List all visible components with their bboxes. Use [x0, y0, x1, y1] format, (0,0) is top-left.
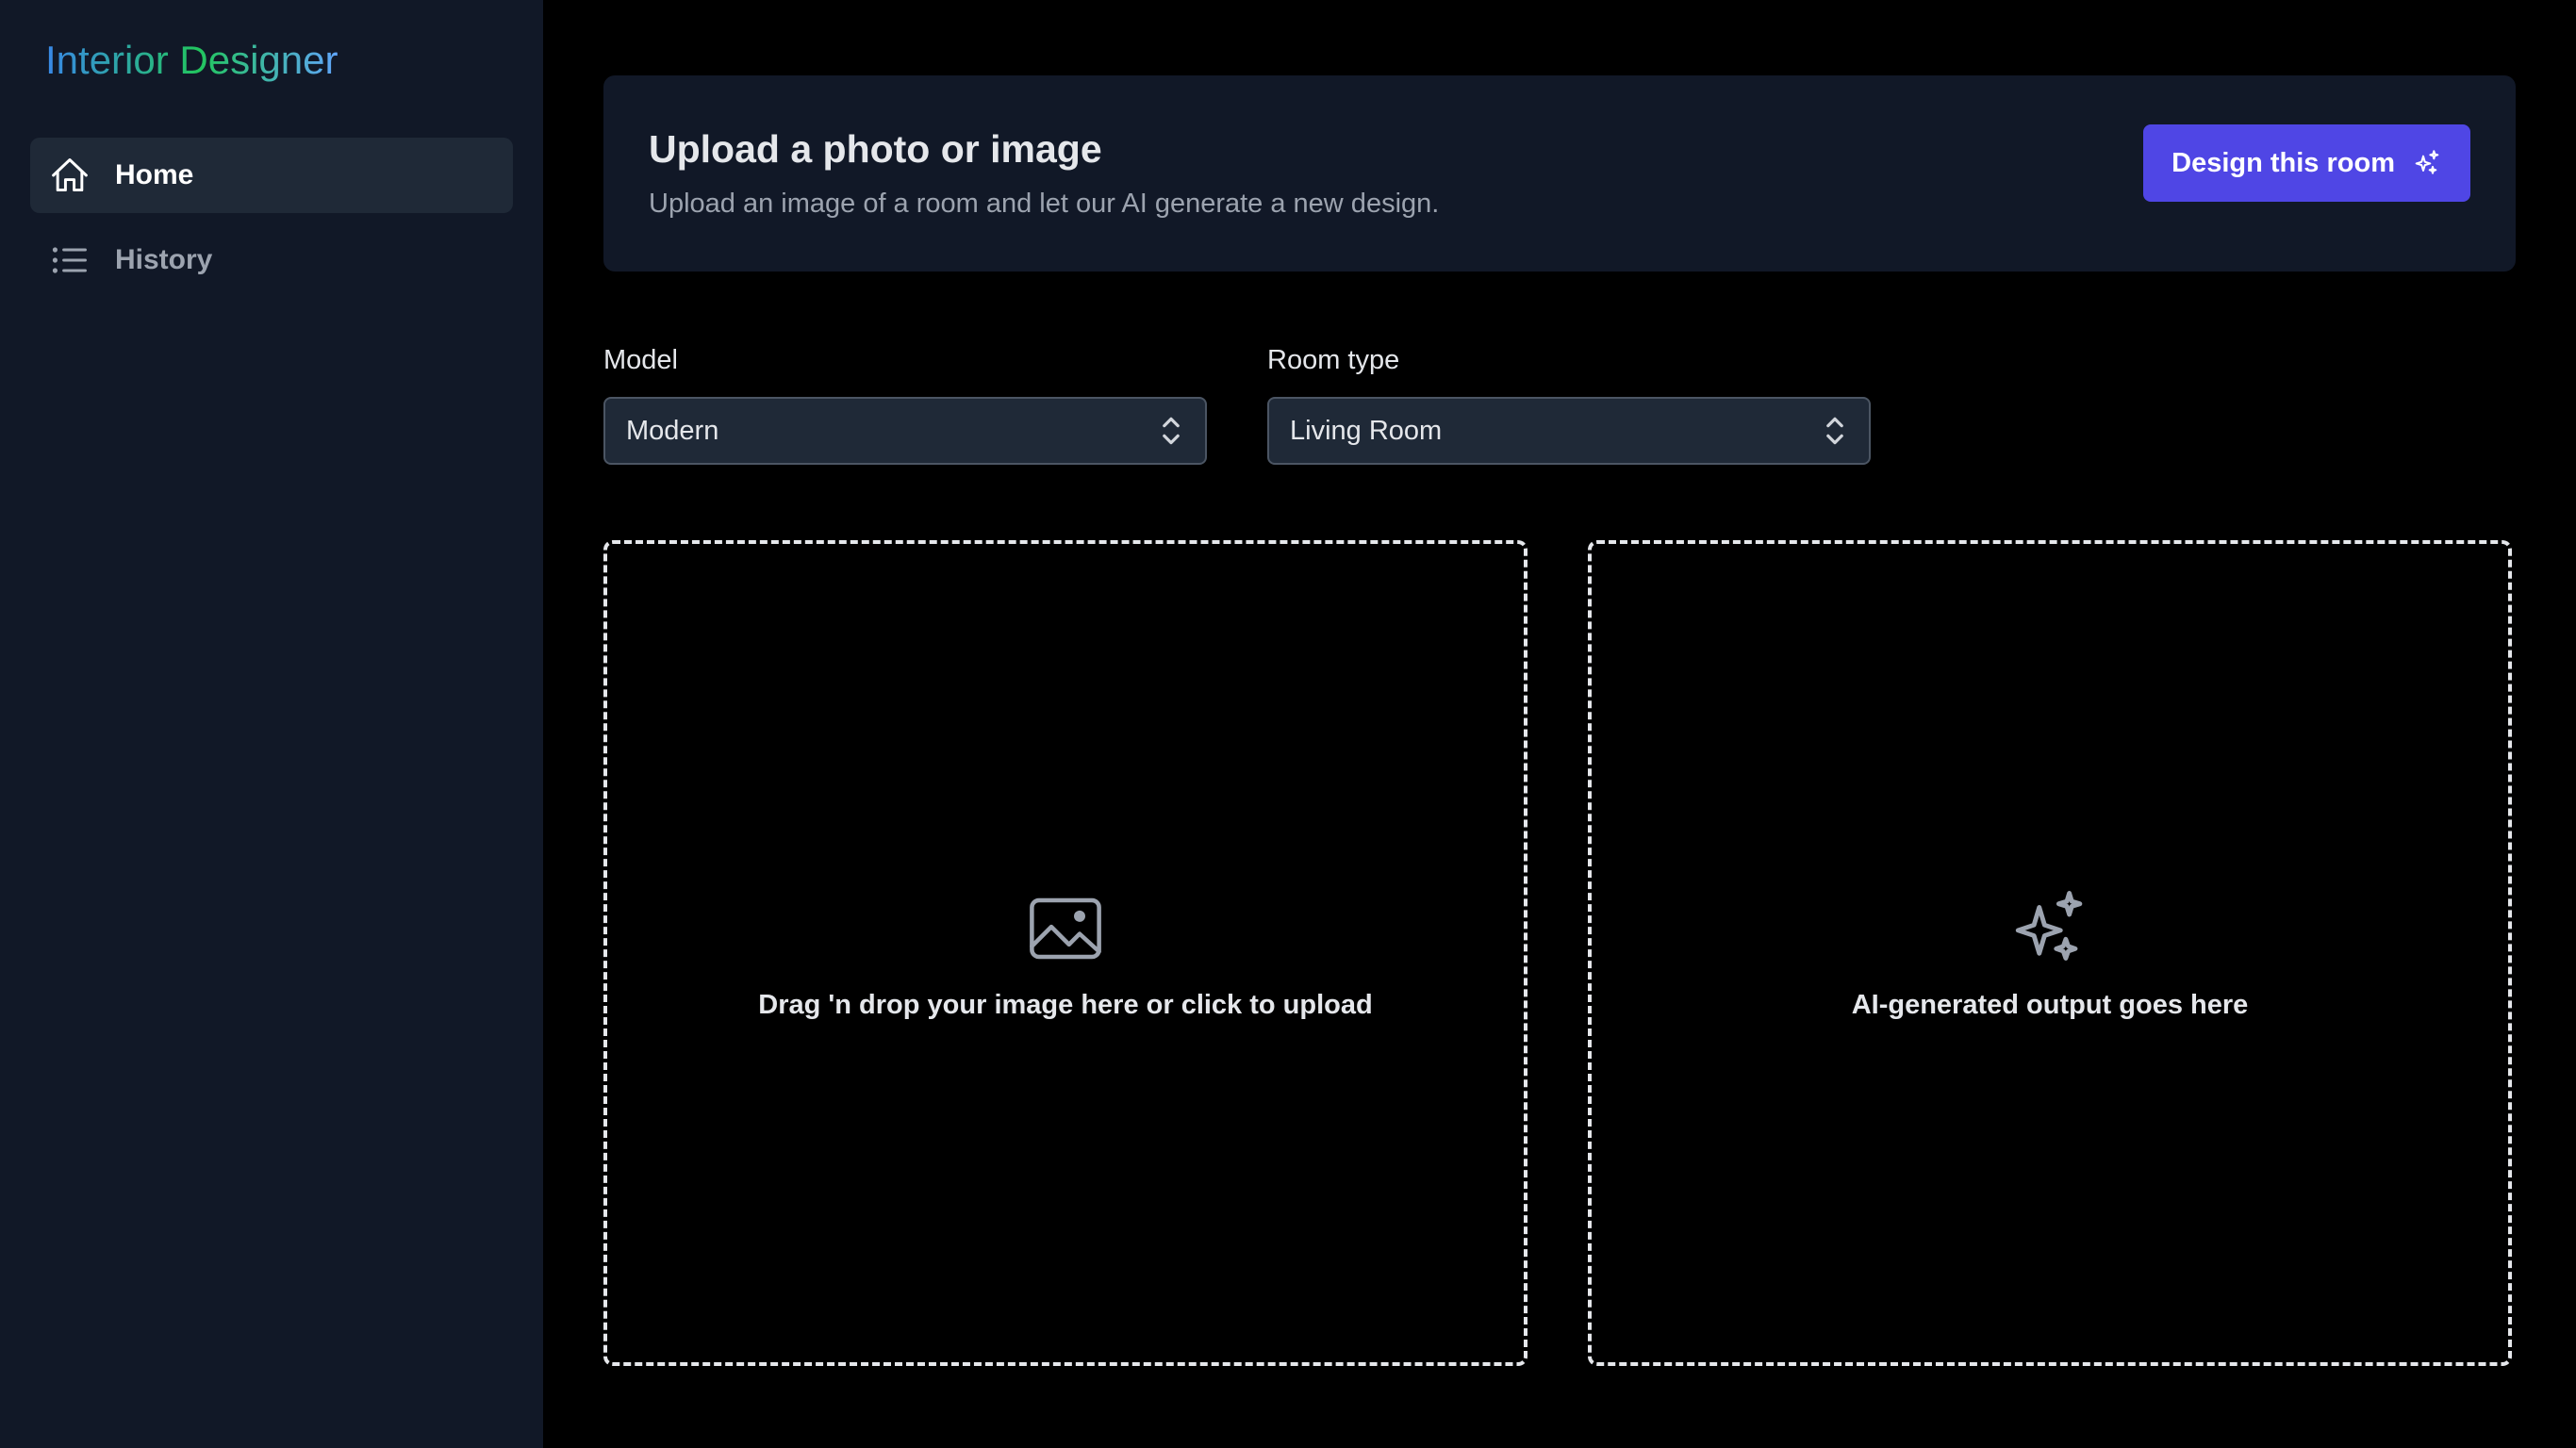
sidebar-item-label: Home: [115, 159, 194, 190]
sparkles-icon: [2007, 886, 2092, 971]
main-content: Upload a photo or image Upload an image …: [543, 0, 2576, 1448]
chevron-up-down-icon: [1163, 417, 1180, 445]
list-icon: [49, 239, 91, 281]
dropzones: Drag 'n drop your image here or click to…: [603, 540, 2516, 1366]
upload-card-text: Upload a photo or image Upload an image …: [649, 127, 1439, 220]
sparkles-icon: [2415, 150, 2439, 174]
design-room-button[interactable]: Design this room: [2143, 124, 2470, 202]
image-upload-dropzone[interactable]: Drag 'n drop your image here or click to…: [603, 540, 1527, 1366]
room-type-field: Room type Living Room: [1267, 345, 1871, 465]
home-icon: [49, 155, 91, 196]
page-title: Upload a photo or image: [649, 127, 1102, 171]
model-select[interactable]: Modern: [603, 397, 1207, 465]
design-room-button-label: Design this room: [2171, 147, 2395, 178]
output-placeholder: AI-generated output goes here: [1851, 989, 2249, 1020]
sidebar: Interior Designer Home History: [0, 0, 543, 1448]
app: Interior Designer Home History Upload a …: [0, 0, 2576, 1448]
sidebar-item-home[interactable]: Home: [30, 138, 513, 213]
upload-card: Upload a photo or image Upload an image …: [603, 75, 2516, 272]
room-type-select[interactable]: Living Room: [1267, 397, 1871, 465]
chevron-up-down-icon: [1826, 417, 1843, 445]
options-row: Model Modern Room type Living Room: [603, 345, 2516, 465]
room-type-label: Room type: [1267, 345, 1400, 375]
model-select-value: Modern: [626, 415, 719, 446]
image-icon: [1023, 886, 1108, 971]
model-field: Model Modern: [603, 345, 1207, 465]
sidebar-nav: Home History: [30, 138, 513, 298]
app-title: Interior Designer: [30, 36, 338, 85]
upload-instructions: Drag 'n drop your image here or click to…: [758, 989, 1373, 1020]
page-subtitle: Upload an image of a room and let our AI…: [649, 189, 1440, 219]
room-type-select-value: Living Room: [1290, 415, 1443, 446]
output-area: AI-generated output goes here: [1588, 540, 2512, 1366]
model-label: Model: [603, 345, 678, 375]
sidebar-item-history[interactable]: History: [30, 222, 513, 298]
sidebar-item-label: History: [115, 244, 213, 275]
